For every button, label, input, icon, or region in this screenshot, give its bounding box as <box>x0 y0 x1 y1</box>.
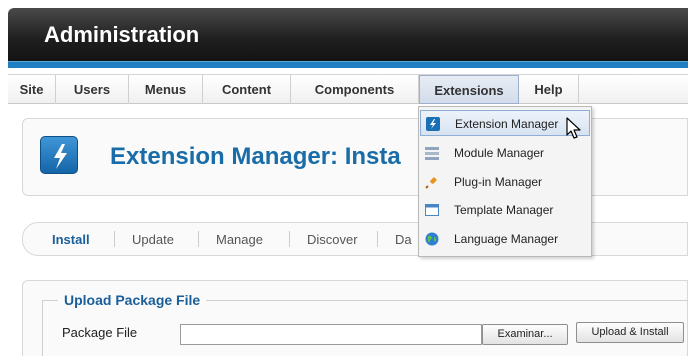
module-icon <box>425 147 439 160</box>
template-icon <box>425 204 439 216</box>
tab-install[interactable]: Install <box>52 232 90 247</box>
lightning-icon <box>426 117 440 131</box>
main-menu-bar: Site Users Menus Content Components Exte… <box>8 74 688 104</box>
dropdown-item-extension-manager[interactable]: Extension Manager <box>420 110 590 136</box>
upload-install-button[interactable]: Upload & Install <box>576 322 684 343</box>
tab-divider <box>114 231 115 247</box>
menu-menus[interactable]: Menus <box>129 75 203 104</box>
dropdown-item-module-manager[interactable]: Module Manager <box>420 140 590 166</box>
tab-divider <box>289 231 290 247</box>
menu-site[interactable]: Site <box>8 75 56 104</box>
mouse-pointer-icon <box>566 117 581 139</box>
header-title: Administration <box>44 22 200 47</box>
dropdown-item-label: Extension Manager <box>455 117 559 131</box>
dropdown-item-language-manager[interactable]: Language Manager <box>420 226 590 252</box>
tab-divider <box>198 231 199 247</box>
browse-button[interactable]: Examinar... <box>482 324 568 345</box>
package-file-label: Package File <box>62 325 138 340</box>
tab-database[interactable]: Da <box>395 232 412 247</box>
menu-components[interactable]: Components <box>291 75 419 104</box>
tab-divider <box>377 231 378 247</box>
header-accent-strip <box>8 61 688 68</box>
upload-legend: Upload Package File <box>58 292 207 308</box>
menu-extensions[interactable]: Extensions <box>419 75 519 104</box>
extension-manager-icon <box>40 136 78 174</box>
dropdown-item-label: Plug-in Manager <box>454 175 543 189</box>
admin-header: Administration <box>8 8 688 61</box>
tab-update[interactable]: Update <box>132 232 174 247</box>
menu-content[interactable]: Content <box>203 75 291 104</box>
globe-icon <box>425 232 439 246</box>
dropdown-item-label: Template Manager <box>454 203 554 217</box>
package-file-input[interactable] <box>180 324 482 345</box>
tab-discover[interactable]: Discover <box>307 232 358 247</box>
menu-help[interactable]: Help <box>519 75 579 104</box>
menu-users[interactable]: Users <box>56 75 129 104</box>
plugin-icon <box>425 177 437 189</box>
dropdown-item-label: Module Manager <box>454 146 545 160</box>
page-title: Extension Manager: Insta <box>110 143 401 170</box>
dropdown-item-label: Language Manager <box>454 232 559 246</box>
dropdown-item-template-manager[interactable]: Template Manager <box>420 197 590 223</box>
tab-manage[interactable]: Manage <box>216 232 263 247</box>
dropdown-item-plugin-manager[interactable]: Plug-in Manager <box>420 169 590 195</box>
